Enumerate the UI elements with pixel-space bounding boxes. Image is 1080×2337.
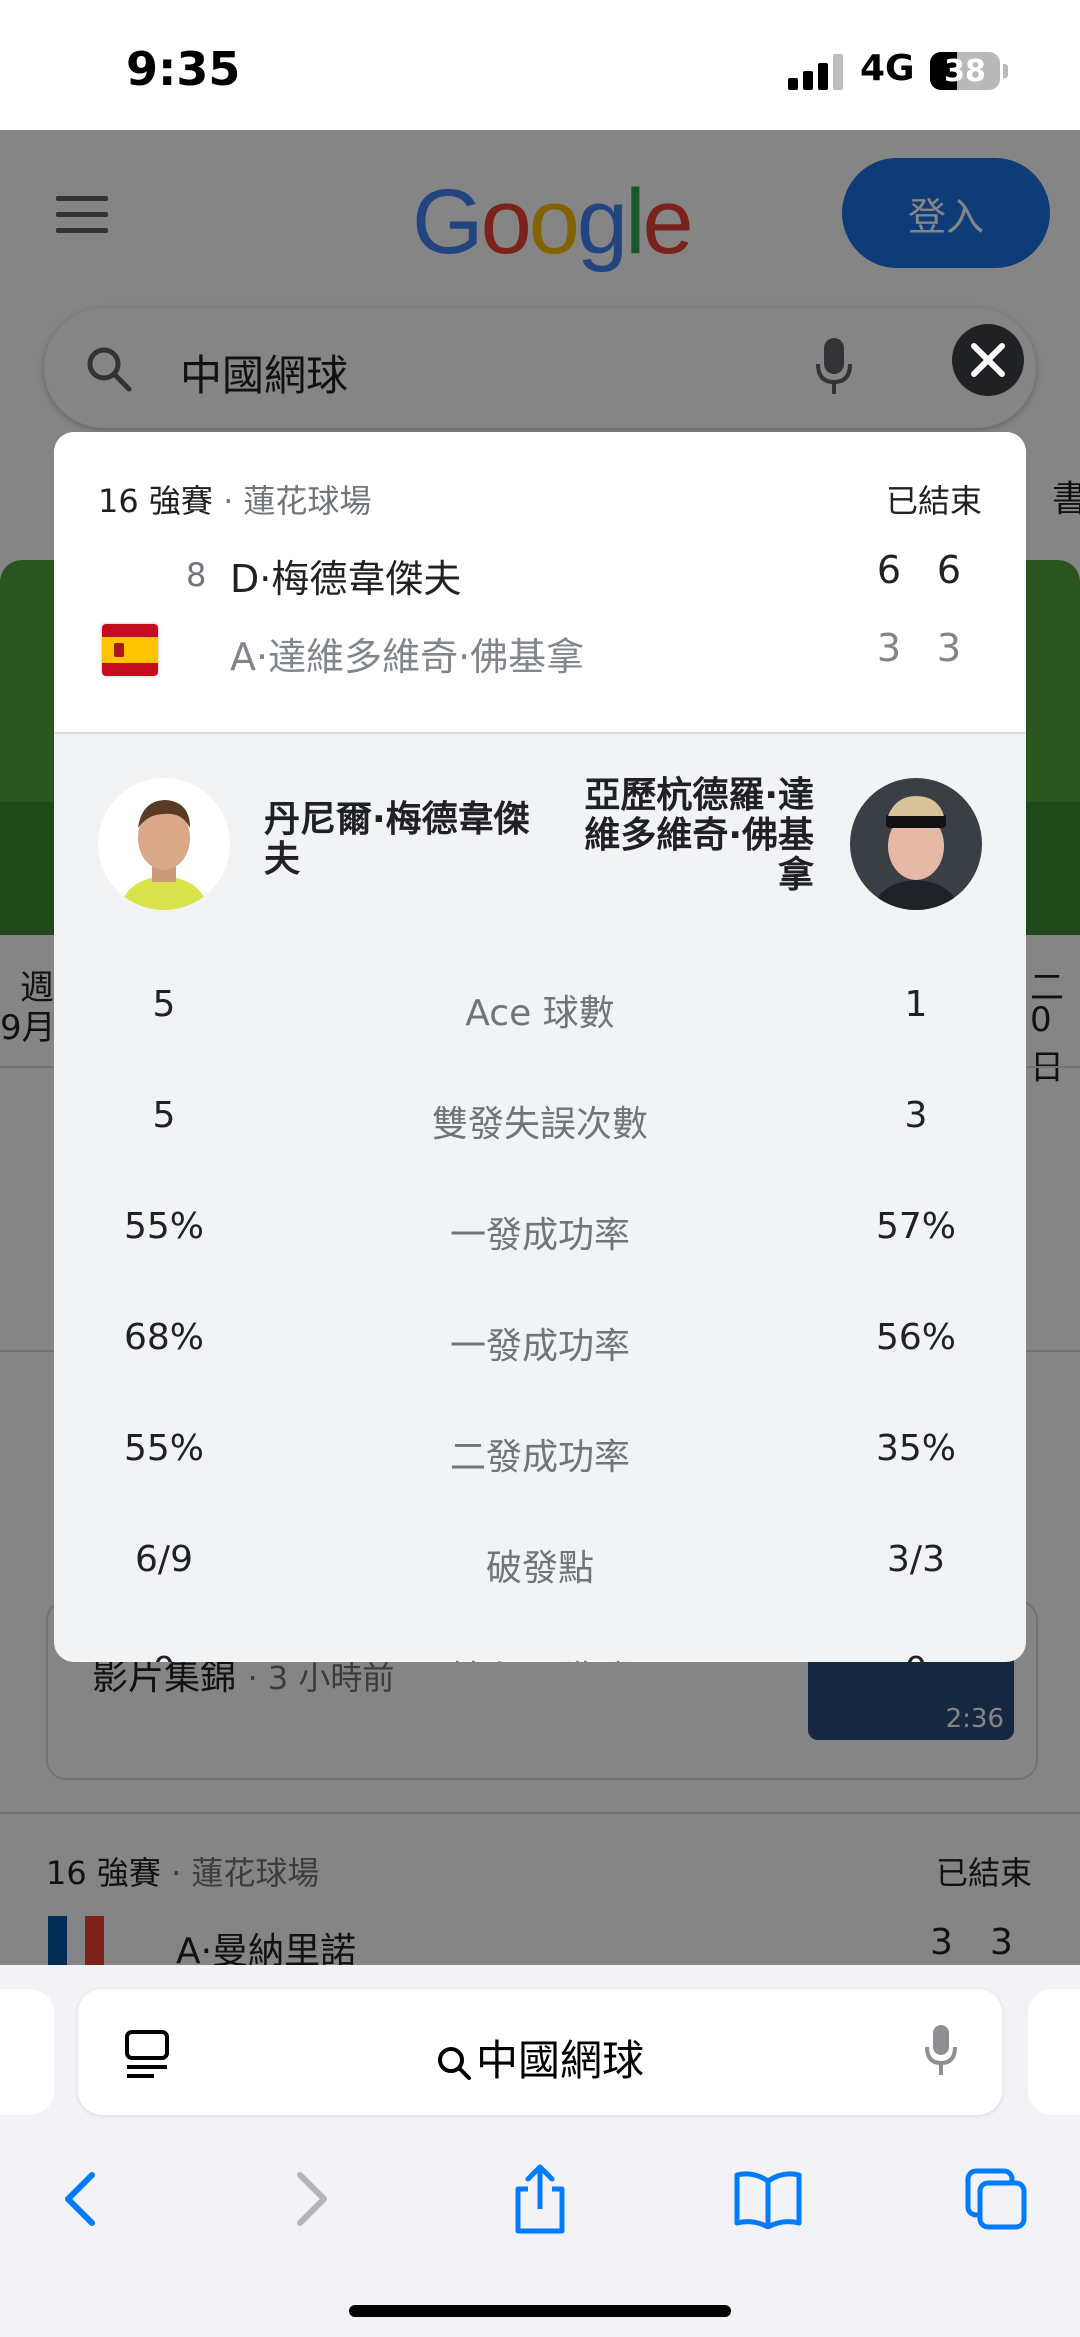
stat-player1-value: 55% [123,1428,204,1469]
player1-avatar [98,778,230,910]
player1-full-name: 丹尼爾·梅德韋傑夫 [264,799,530,880]
player1-set1: 6 [876,548,902,592]
address-bar[interactable]: 中國網球 [78,1989,1002,2115]
stat-row: 0 搶七局獲勝 0 [54,1650,1026,1662]
chevron-left-icon [65,2172,95,2226]
match-stats-modal: 16 強賽 · 蓮花球場 已結束 8 D·梅德韋傑夫 6 6 A·達維多維奇·佛… [54,432,1026,1662]
signal-icon [788,54,844,90]
player2-name: A·達維多維奇·佛基拿 [230,635,585,679]
stat-row: 68% 一發成功率 56% [54,1317,1026,1377]
stat-row: 5 雙發失誤次數 3 [54,1095,1026,1155]
player2-set1: 3 [876,626,902,670]
stat-player2-value: 0 [846,1650,986,1662]
safari-toolbar: 中國網球 [0,1965,1080,2337]
close-icon [971,343,1005,377]
stat-row: 6/9 破發點 3/3 [54,1539,1026,1599]
tabs-icon [965,2168,1027,2230]
stat-player2-value: 56% [875,1317,956,1358]
venue-text: · 蓮花球場 [223,482,372,520]
spain-flag [102,624,158,676]
home-indicator [349,2305,731,2317]
match-status: 已結束 [885,482,982,520]
stat-player2-value: 3/3 [887,1539,945,1580]
player1-set2: 6 [936,548,962,592]
chevron-right-icon [297,2172,327,2226]
divider [54,732,1026,734]
stat-row: 55% 一發成功率 57% [54,1206,1026,1266]
player2-avatar [850,778,982,910]
stat-label: 破發點 [485,1548,594,1589]
stat-player2-value: 35% [875,1428,956,1469]
stat-player1-value: 6/9 [135,1539,193,1580]
share-button[interactable] [490,2149,590,2249]
match-round: 16 強賽 · 蓮花球場 [98,476,371,522]
stat-label: Ace 球數 [465,993,615,1034]
stat-row: 55% 二發成功率 35% [54,1428,1026,1488]
search-icon [437,2047,471,2080]
next-tab[interactable] [1028,1989,1080,2115]
mic-icon[interactable] [924,2023,958,2079]
back-button[interactable] [30,2149,130,2249]
status-bar: 9:35 4G 38 [0,0,1080,130]
battery-level: 38 [944,54,986,89]
match-header: 16 強賽 · 蓮花球場 已結束 8 D·梅德韋傑夫 6 6 A·達維多維奇·佛… [54,432,1026,732]
battery-icon: 38 [930,52,1000,90]
player1-seed: 8 [186,556,207,594]
stat-row: 5 Ace 球數 1 [54,984,1026,1044]
tabs-button[interactable] [946,2149,1046,2249]
stat-label: 雙發失誤次數 [431,1104,648,1145]
stat-player2-value: 1 [904,984,928,1025]
stat-label: 一發成功率 [449,1215,630,1256]
address-text: 中國網球 [78,2027,1002,2088]
bookmarks-button[interactable] [718,2149,818,2249]
round-text: 16 強賽 [98,482,213,520]
stat-player1-value: 55% [123,1206,204,1247]
stat-player2-value: 3 [904,1095,928,1136]
address-query: 中國網球 [475,2036,644,2085]
share-icon [515,2164,565,2234]
player2-set2: 3 [936,626,962,670]
stat-player1-value: 5 [152,984,176,1025]
stat-player1-value: 68% [123,1317,204,1358]
stat-player1-value: 0 [94,1650,234,1662]
stat-player2-value: 57% [875,1206,956,1247]
close-button[interactable] [952,324,1024,396]
forward-button[interactable] [262,2149,362,2249]
battery-cap [1003,64,1008,78]
player2-full-name: 亞歷杭德羅·達維多維奇·佛基拿 [584,775,814,896]
status-time: 9:35 [126,42,241,96]
network-type: 4G [860,48,915,89]
stat-label: 一發成功率 [449,1326,630,1367]
previous-tab[interactable] [0,1989,54,2115]
stat-player1-value: 5 [152,1095,176,1136]
book-icon [734,2171,802,2229]
stat-label: 搶七局獲勝 [274,1650,806,1662]
player1-name: D·梅德韋傑夫 [230,557,462,601]
stat-label: 二發成功率 [449,1437,630,1478]
